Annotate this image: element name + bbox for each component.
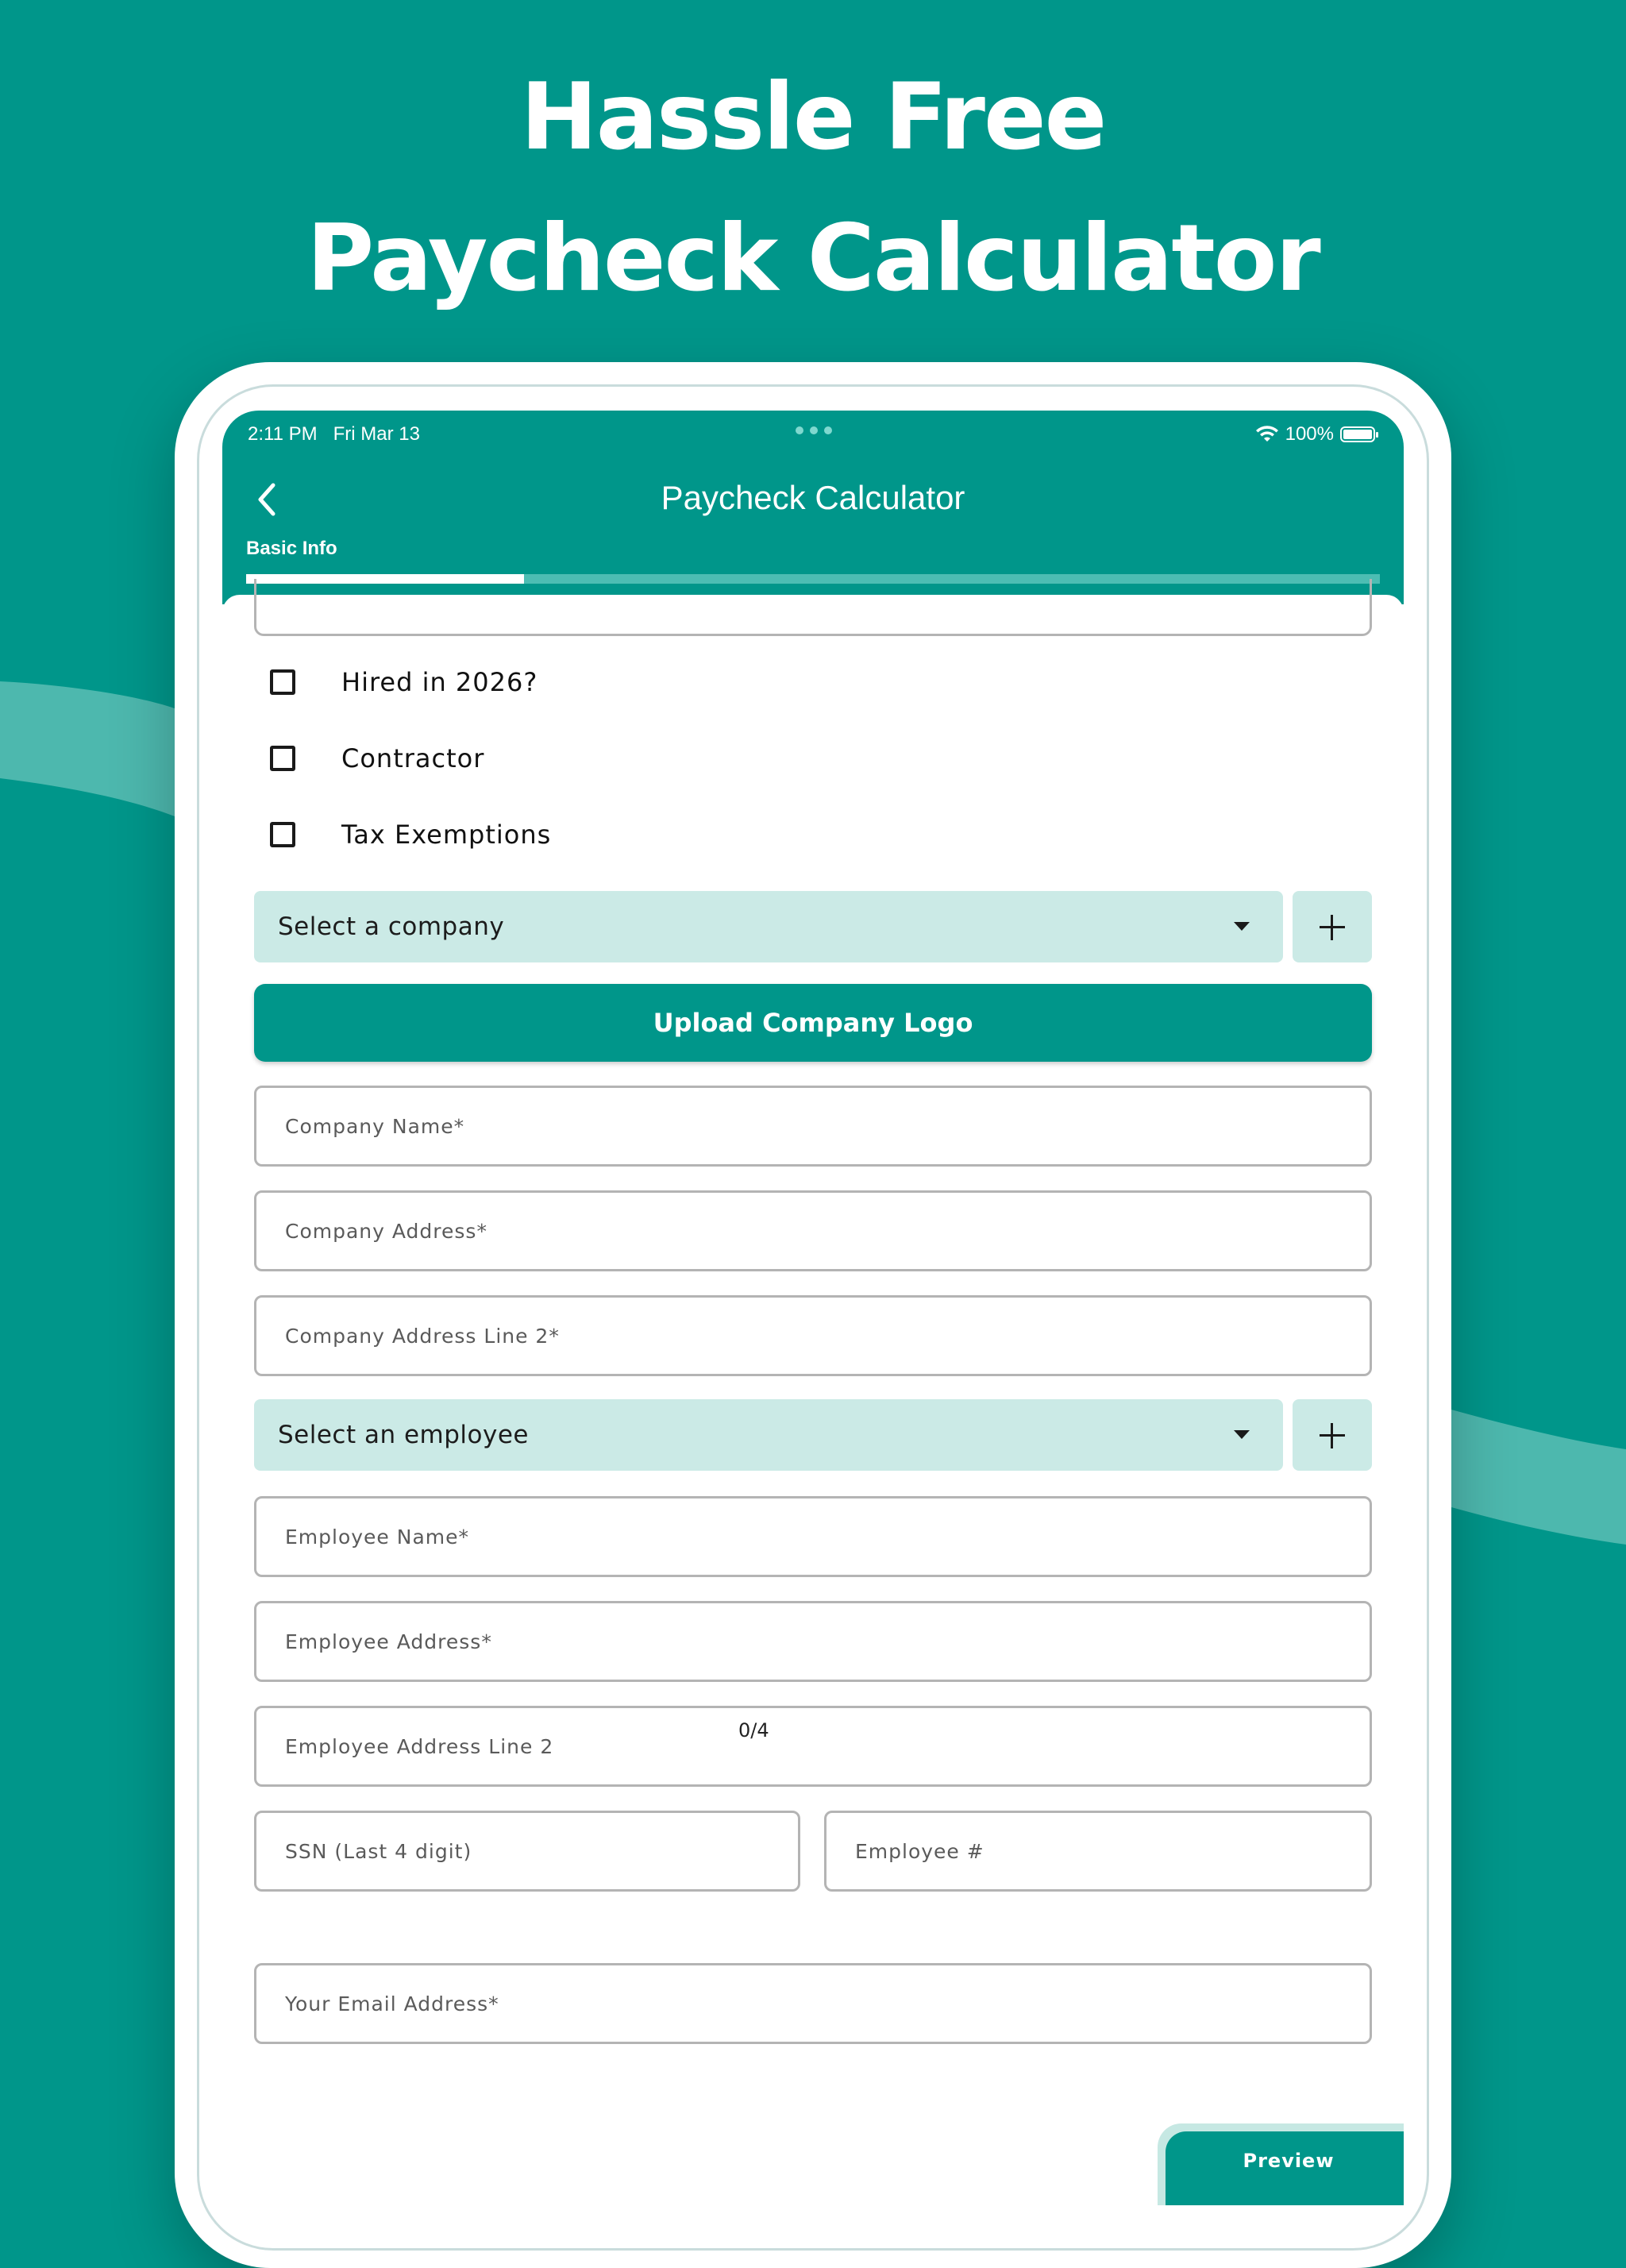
- employee-address-field[interactable]: Employee Address*: [254, 1601, 1372, 1682]
- employee-number-field[interactable]: Employee #: [824, 1811, 1372, 1892]
- app-title: Paycheck Calculator: [661, 479, 965, 516]
- battery-percent: 100%: [1285, 423, 1334, 445]
- promo-headline-line2: Paycheck Calculator: [306, 205, 1320, 312]
- company-name-placeholder: Company Name*: [285, 1114, 465, 1138]
- status-date: Fri Mar 13: [333, 423, 420, 445]
- email-field[interactable]: Your Email Address*: [254, 1963, 1372, 2044]
- company-select[interactable]: Select a company: [254, 891, 1283, 962]
- app-screen: 2:11 PM Fri Mar 13 100% Paycheck Calcula…: [222, 411, 1404, 2205]
- company-address-field[interactable]: Company Address*: [254, 1190, 1372, 1271]
- company-address-line2-placeholder: Company Address Line 2*: [285, 1324, 560, 1348]
- add-employee-button[interactable]: [1293, 1399, 1372, 1471]
- checkbox-tax-exemptions-row[interactable]: Tax Exemptions: [270, 811, 551, 858]
- status-indicators: 100%: [1255, 418, 1378, 450]
- wifi-icon: [1255, 426, 1278, 442]
- multitasking-dots-icon[interactable]: [796, 426, 832, 434]
- ssn-field[interactable]: SSN (Last 4 digit): [254, 1811, 800, 1892]
- employee-address-line2-field[interactable]: Employee Address Line 2: [254, 1706, 1372, 1787]
- employee-select[interactable]: Select an employee: [254, 1399, 1283, 1471]
- checkbox-hired[interactable]: [270, 669, 295, 695]
- email-placeholder: Your Email Address*: [285, 1992, 499, 2015]
- checkbox-contractor[interactable]: [270, 746, 295, 771]
- employee-name-placeholder: Employee Name*: [285, 1525, 470, 1549]
- ssn-char-counter: 0/4: [738, 1719, 769, 1742]
- app-bar: 2:11 PM Fri Mar 13 100% Paycheck Calcula…: [222, 411, 1404, 604]
- preview-button[interactable]: Preview: [1166, 2131, 1404, 2205]
- checkbox-tax-exemptions[interactable]: [270, 822, 295, 847]
- company-address-line2-field[interactable]: Company Address Line 2*: [254, 1295, 1372, 1376]
- step-label: Basic Info: [246, 538, 337, 559]
- promo-headline-line1: Hassle Free: [520, 64, 1108, 171]
- add-company-button[interactable]: [1293, 891, 1372, 962]
- battery-icon: [1340, 426, 1378, 442]
- employee-address-placeholder: Employee Address*: [285, 1630, 492, 1653]
- employee-number-placeholder: Employee #: [855, 1839, 984, 1863]
- dropdown-caret-icon: [1234, 1430, 1250, 1439]
- checkbox-contractor-label: Contractor: [341, 743, 485, 773]
- ssn-placeholder: SSN (Last 4 digit): [285, 1839, 472, 1863]
- company-name-field[interactable]: Company Name*: [254, 1086, 1372, 1167]
- checkbox-hired-row[interactable]: Hired in 2026?: [270, 658, 538, 706]
- company-address-placeholder: Company Address*: [285, 1219, 487, 1243]
- employee-address-line2-placeholder: Employee Address Line 2: [285, 1734, 554, 1758]
- form-content: Hired in 2026? Contractor Tax Exemptions…: [222, 579, 1404, 2205]
- upload-company-logo-button[interactable]: Upload Company Logo: [254, 984, 1372, 1062]
- scrolled-field-bottom[interactable]: [254, 579, 1372, 636]
- checkbox-hired-label: Hired in 2026?: [341, 667, 538, 697]
- checkbox-tax-exemptions-label: Tax Exemptions: [341, 820, 552, 850]
- checkbox-contractor-row[interactable]: Contractor: [270, 735, 484, 782]
- employee-name-field[interactable]: Employee Name*: [254, 1496, 1372, 1577]
- dropdown-caret-icon: [1234, 922, 1250, 931]
- status-clock: 2:11 PM: [248, 423, 318, 445]
- status-time: 2:11 PM Fri Mar 13: [248, 418, 420, 450]
- company-select-value: Select a company: [278, 912, 505, 941]
- employee-select-value: Select an employee: [278, 1421, 530, 1449]
